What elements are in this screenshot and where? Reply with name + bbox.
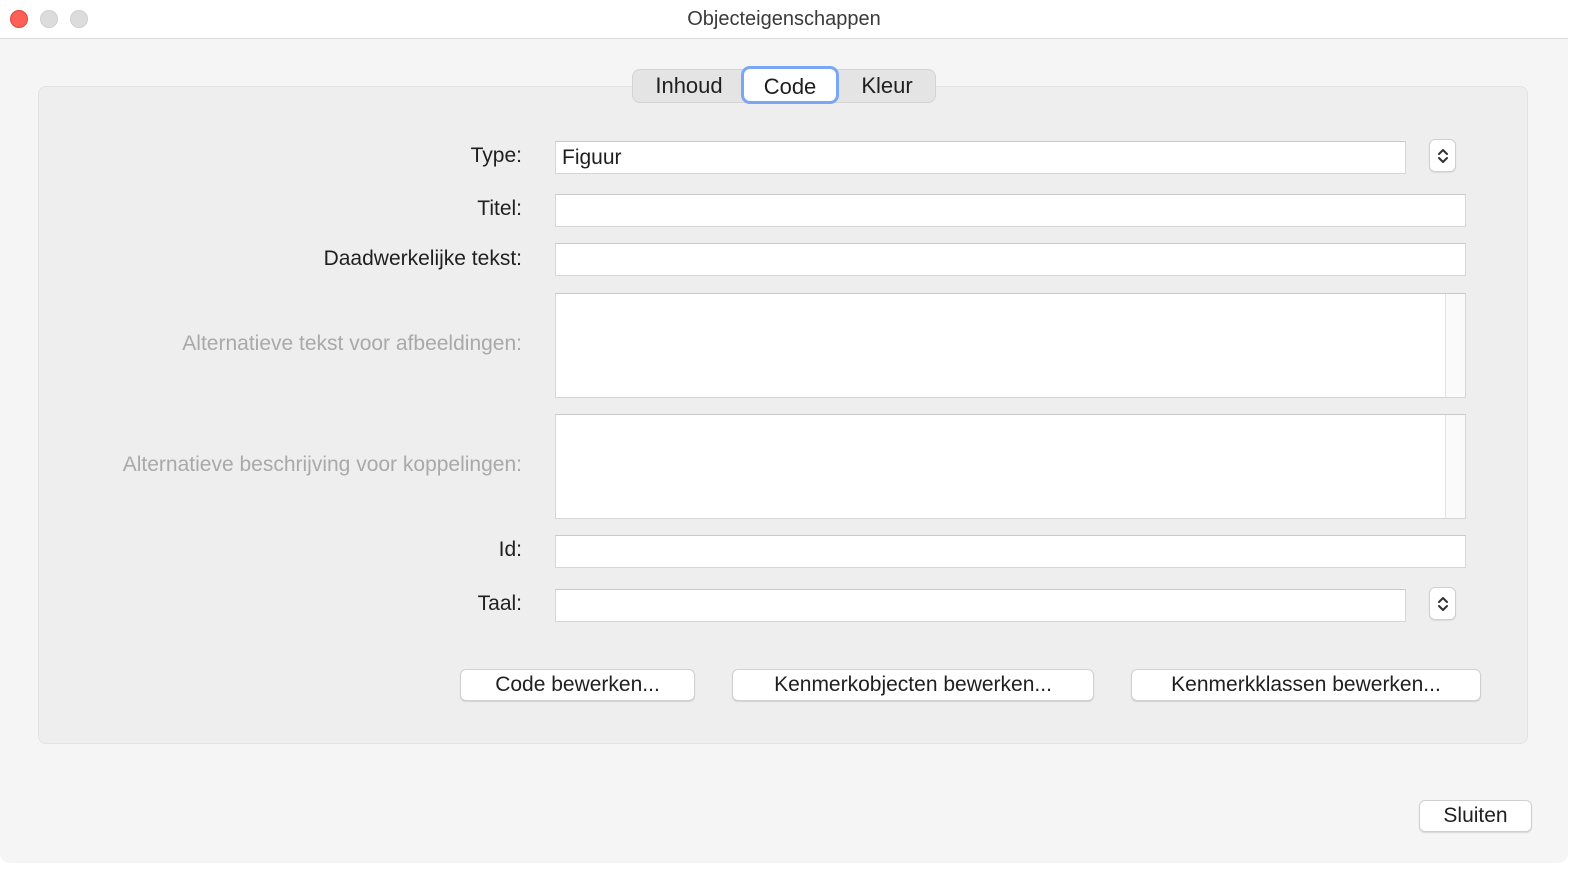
- edit-attribute-objects-button[interactable]: Kenmerkobjecten bewerken...: [732, 669, 1094, 701]
- actual-text-label: Daadwerkelijke tekst:: [323, 247, 522, 270]
- title-input[interactable]: [555, 194, 1466, 227]
- alt-description-scrollbar[interactable]: [1445, 415, 1465, 518]
- title-bar: Objecteigenschappen: [0, 0, 1568, 39]
- edit-code-button[interactable]: Code bewerken...: [460, 669, 695, 701]
- tab-bar: Inhoud Code Kleur: [632, 66, 936, 104]
- actual-text-input[interactable]: [555, 243, 1466, 276]
- tab-kleur[interactable]: Kleur: [843, 69, 931, 103]
- alt-text-label: Alternatieve tekst voor afbeeldingen:: [182, 332, 522, 355]
- id-input[interactable]: [555, 535, 1466, 568]
- id-label: Id:: [498, 538, 522, 561]
- alt-description-textarea[interactable]: [555, 414, 1466, 519]
- alt-text-scrollbar[interactable]: [1445, 294, 1465, 397]
- language-select[interactable]: [555, 589, 1406, 622]
- type-stepper[interactable]: [1429, 139, 1456, 172]
- up-down-chevron-icon: [1438, 149, 1448, 163]
- language-label: Taal:: [477, 592, 522, 615]
- close-button[interactable]: Sluiten: [1419, 800, 1532, 832]
- title-label: Titel:: [477, 197, 522, 220]
- alt-description-label: Alternatieve beschrijving voor koppeling…: [122, 453, 522, 476]
- tab-code[interactable]: Code: [741, 66, 839, 104]
- type-label: Type:: [470, 144, 522, 167]
- up-down-chevron-icon: [1438, 597, 1448, 611]
- type-select[interactable]: Figuur: [555, 141, 1406, 174]
- edit-attribute-classes-button[interactable]: Kenmerkklassen bewerken...: [1131, 669, 1481, 701]
- alt-text-textarea[interactable]: [555, 293, 1466, 398]
- window-title: Objecteigenschappen: [687, 8, 881, 30]
- language-stepper[interactable]: [1429, 587, 1456, 620]
- dialog-window: Objecteigenschappen Inhoud Code Kleur Ty…: [0, 0, 1568, 863]
- tab-inhoud[interactable]: Inhoud: [641, 69, 737, 103]
